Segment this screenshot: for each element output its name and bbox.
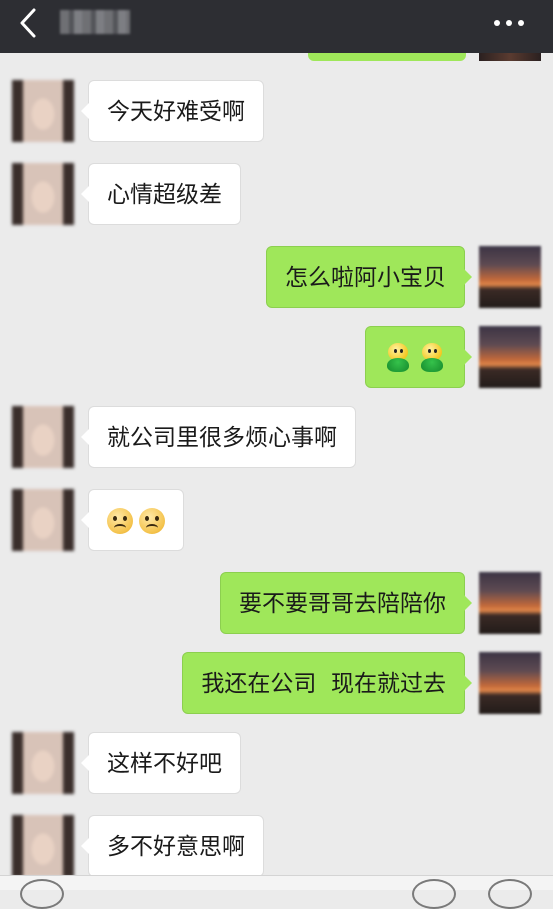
incoming-message-bubble[interactable]: 心情超级差 xyxy=(81,163,241,225)
input-toolbar xyxy=(0,875,553,909)
previous-outgoing-bubble xyxy=(308,53,466,61)
more-dots-icon xyxy=(494,20,524,26)
incoming-emoji-bubble[interactable] xyxy=(81,489,184,551)
message-row: 心情超级差 xyxy=(0,163,553,229)
contact-avatar[interactable] xyxy=(12,815,74,877)
more-button[interactable] xyxy=(489,8,529,38)
previous-avatar xyxy=(479,53,541,61)
contact-name xyxy=(60,10,130,34)
chat-area[interactable]: 今天好难受啊 心情超级差 怎么啦阿小宝贝 就公司里很多烦心事啊 要不要哥哥去陪陪… xyxy=(0,53,553,890)
outgoing-message-bubble[interactable]: 怎么啦阿小宝贝 xyxy=(266,246,472,308)
message-row: 今天好难受啊 xyxy=(0,80,553,146)
message-row xyxy=(0,489,553,555)
chat-header xyxy=(0,0,553,53)
message-row: 我还在公司 现在就过去 xyxy=(0,652,553,718)
message-row: 这样不好吧 xyxy=(0,732,553,798)
sticker-guy-icon xyxy=(384,343,412,373)
incoming-message-bubble[interactable]: 今天好难受啊 xyxy=(81,80,264,142)
my-avatar[interactable] xyxy=(479,652,541,714)
my-avatar[interactable] xyxy=(479,572,541,634)
incoming-message-bubble[interactable]: 就公司里很多烦心事啊 xyxy=(81,406,356,468)
sticker-guy-icon xyxy=(418,343,446,373)
back-button[interactable] xyxy=(14,6,48,40)
contact-avatar[interactable] xyxy=(12,163,74,225)
incoming-message-bubble[interactable]: 多不好意思啊 xyxy=(81,815,264,877)
contact-avatar[interactable] xyxy=(12,406,74,468)
sad-face-icon xyxy=(139,508,165,534)
message-row: 怎么啦阿小宝贝 xyxy=(0,246,553,312)
message-row: 就公司里很多烦心事啊 xyxy=(0,406,553,472)
message-row xyxy=(0,326,553,392)
outgoing-message-bubble[interactable]: 要不要哥哥去陪陪你 xyxy=(220,572,472,634)
message-row: 要不要哥哥去陪陪你 xyxy=(0,572,553,638)
voice-button[interactable] xyxy=(20,879,64,909)
contact-avatar[interactable] xyxy=(12,732,74,794)
chevron-left-icon xyxy=(20,8,36,38)
outgoing-sticker-bubble[interactable] xyxy=(365,326,472,388)
incoming-message-bubble[interactable]: 这样不好吧 xyxy=(81,732,241,794)
outgoing-message-bubble[interactable]: 我还在公司 现在就过去 xyxy=(182,652,472,714)
contact-avatar[interactable] xyxy=(12,489,74,551)
contact-avatar[interactable] xyxy=(12,80,74,142)
sad-face-icon xyxy=(107,508,133,534)
emoji-button[interactable] xyxy=(412,879,456,909)
my-avatar[interactable] xyxy=(479,326,541,388)
my-avatar[interactable] xyxy=(479,246,541,308)
message-row: 多不好意思啊 xyxy=(0,815,553,881)
plus-button[interactable] xyxy=(488,879,532,909)
